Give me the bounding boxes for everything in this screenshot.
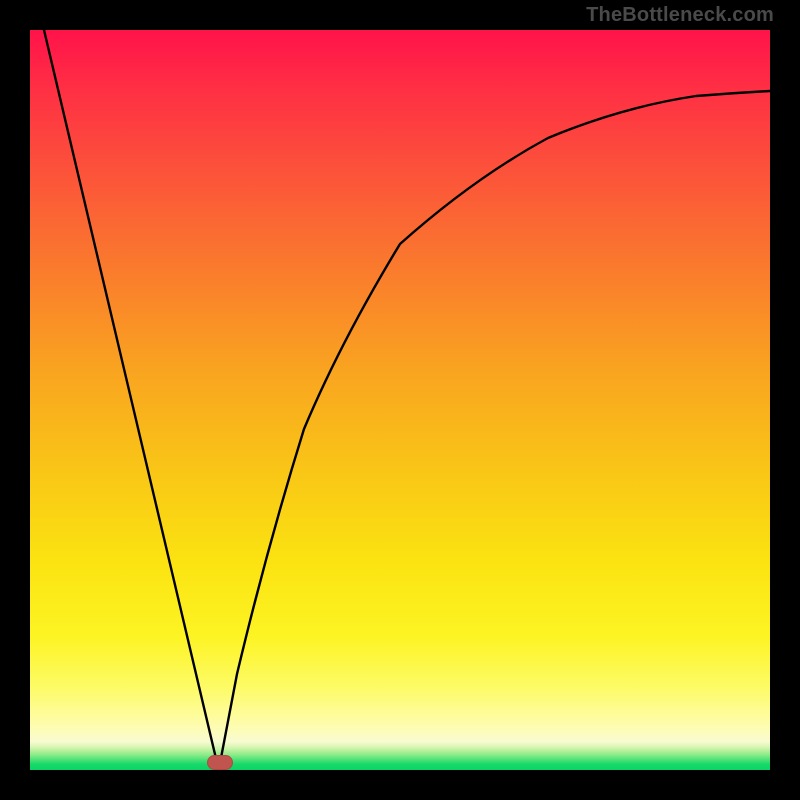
watermark-text: TheBottleneck.com	[586, 4, 774, 27]
bottleneck-curve	[30, 30, 770, 770]
optimal-point-marker	[207, 755, 233, 770]
plot-area	[30, 30, 770, 770]
curve-path	[44, 30, 770, 770]
chart-frame: TheBottleneck.com	[0, 0, 800, 800]
